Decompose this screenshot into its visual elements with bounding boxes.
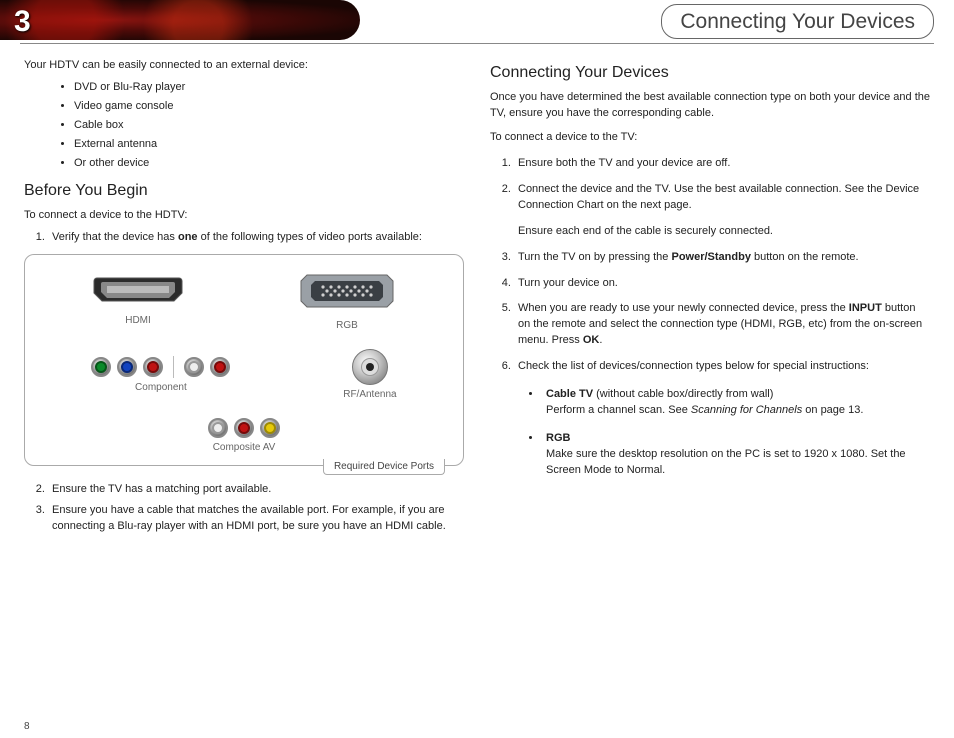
- composite-label: Composite AV: [208, 442, 280, 453]
- left-column: Your HDTV can be easily connected to an …: [24, 58, 464, 543]
- rca-white-icon: [184, 357, 204, 377]
- before-intro: To connect a device to the HDTV:: [24, 208, 464, 224]
- device-item: External antenna: [74, 137, 464, 153]
- rgb-port-group: RGB: [299, 269, 395, 331]
- connect-steps: Ensure both the TV and your device are o…: [514, 156, 930, 479]
- separator-icon: [173, 356, 174, 378]
- header-banner-graphic: [0, 0, 360, 40]
- rca-white-icon: [208, 418, 228, 438]
- before-steps-cont: Ensure the TV has a matching port availa…: [48, 482, 464, 536]
- ports-caption: Required Device Ports: [323, 459, 445, 475]
- special-cable-tv: Cable TV (without cable box/directly fro…: [542, 387, 930, 419]
- vga-port-icon: [299, 269, 395, 313]
- device-item: DVD or Blu-Ray player: [74, 80, 464, 96]
- composite-port-group: Composite AV: [208, 418, 280, 453]
- before-steps: Verify that the device has one of the fo…: [48, 230, 464, 246]
- rca-yellow-icon: [260, 418, 280, 438]
- before-step-1: Verify that the device has one of the fo…: [48, 230, 464, 246]
- header-title: Connecting Your Devices: [680, 10, 915, 34]
- component-label: Component: [91, 382, 230, 393]
- component-port-group: Component: [91, 356, 230, 393]
- device-item: Or other device: [74, 156, 464, 172]
- hdmi-port-group: HDMI: [93, 274, 183, 326]
- before-step-2: Ensure the TV has a matching port availa…: [48, 482, 464, 498]
- chapter-number: 3: [14, 5, 31, 39]
- connect-step-3: Turn the TV on by pressing the Power/Sta…: [514, 250, 930, 266]
- rf-port-group: RF/Antenna: [343, 349, 396, 400]
- device-list: DVD or Blu-Ray player Video game console…: [74, 80, 464, 172]
- rca-green-icon: [91, 357, 111, 377]
- page-number: 8: [24, 721, 30, 732]
- connecting-heading: Connecting Your Devices: [490, 64, 930, 82]
- right-para-2: To connect a device to the TV:: [490, 130, 930, 146]
- connect-step-5: When you are ready to use your newly con…: [514, 301, 930, 349]
- rca-red-icon: [234, 418, 254, 438]
- before-you-begin-heading: Before You Begin: [24, 182, 464, 200]
- page-header: 3 Connecting Your Devices: [20, 0, 934, 44]
- connect-step-4: Turn your device on.: [514, 276, 930, 292]
- hdmi-port-icon: [93, 274, 183, 308]
- device-item: Video game console: [74, 99, 464, 115]
- rca-red-icon: [210, 357, 230, 377]
- device-item: Cable box: [74, 118, 464, 134]
- rf-label: RF/Antenna: [343, 389, 396, 400]
- before-step-3: Ensure you have a cable that matches the…: [48, 503, 464, 535]
- ports-diagram: HDMI RGB: [24, 254, 464, 466]
- special-rgb: RGB Make sure the desktop resolution on …: [542, 431, 930, 479]
- connect-step-2: Connect the device and the TV. Use the b…: [514, 182, 930, 240]
- rca-red-icon: [143, 357, 163, 377]
- right-para-1: Once you have determined the best availa…: [490, 90, 930, 122]
- coax-port-icon: [352, 349, 388, 385]
- rca-blue-icon: [117, 357, 137, 377]
- header-title-pill: Connecting Your Devices: [661, 4, 934, 39]
- right-column: Connecting Your Devices Once you have de…: [490, 58, 930, 543]
- rgb-label: RGB: [299, 320, 395, 331]
- connect-step-1: Ensure both the TV and your device are o…: [514, 156, 930, 172]
- intro-text: Your HDTV can be easily connected to an …: [24, 58, 464, 74]
- connect-step-6: Check the list of devices/connection typ…: [514, 359, 930, 479]
- hdmi-label: HDMI: [93, 315, 183, 326]
